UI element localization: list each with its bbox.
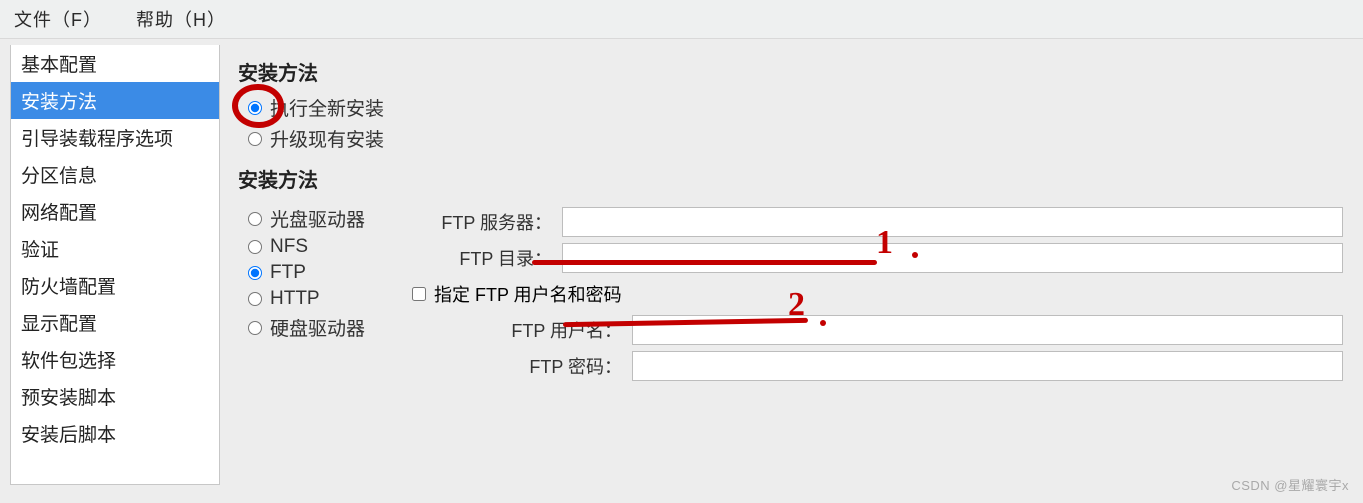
radio-upgrade-install[interactable]: 升级现有安装: [248, 125, 1343, 152]
ftp-server-input[interactable]: [562, 207, 1343, 237]
sidebar-item-display[interactable]: 显示配置: [11, 304, 219, 341]
radio-upgrade-install-label: 升级现有安装: [270, 125, 384, 152]
install-method-options: 光盘驱动器 NFS FTP HTTP 硬盘驱动器: [238, 201, 388, 387]
ftp-specify-credentials[interactable]: 指定 FTP 用户名和密码: [412, 281, 1343, 307]
install-type-title: 安装方法: [238, 57, 1343, 86]
radio-http-label: HTTP: [270, 288, 320, 310]
radio-harddrive[interactable]: 硬盘驱动器: [248, 314, 388, 341]
radio-cdrom-label: 光盘驱动器: [270, 205, 365, 232]
ftp-password-input[interactable]: [632, 351, 1343, 381]
radio-upgrade-install-input[interactable]: [248, 132, 262, 146]
ftp-server-label: FTP 服务器：: [412, 209, 562, 235]
sidebar: 基本配置 安装方法 引导装载程序选项 分区信息 网络配置 验证 防火墙配置 显示…: [10, 45, 220, 485]
radio-http-input[interactable]: [248, 292, 262, 306]
ftp-password-label: FTP 密码：: [412, 353, 632, 379]
main-panel: 安装方法 执行全新安装 升级现有安装 安装方法 光盘驱动器 NFS: [220, 39, 1363, 503]
ftp-settings: FTP 服务器： FTP 目录： 指定 FTP 用户名和密码 FTP 用户名：: [412, 201, 1343, 387]
radio-fresh-install[interactable]: 执行全新安装: [248, 94, 1343, 121]
radio-ftp[interactable]: FTP: [248, 262, 388, 284]
install-method-title: 安装方法: [238, 164, 1343, 193]
radio-fresh-install-input[interactable]: [248, 101, 262, 115]
radio-fresh-install-label: 执行全新安装: [270, 94, 384, 121]
sidebar-item-firewall[interactable]: 防火墙配置: [11, 267, 219, 304]
radio-nfs[interactable]: NFS: [248, 236, 388, 258]
sidebar-item-bootloader[interactable]: 引导装载程序选项: [11, 119, 219, 156]
radio-nfs-input[interactable]: [248, 240, 262, 254]
sidebar-item-basic[interactable]: 基本配置: [11, 45, 219, 82]
sidebar-item-postinstall[interactable]: 安装后脚本: [11, 415, 219, 452]
sidebar-item-auth[interactable]: 验证: [11, 230, 219, 267]
radio-http[interactable]: HTTP: [248, 288, 388, 310]
sidebar-item-packages[interactable]: 软件包选择: [11, 341, 219, 378]
ftp-directory-input[interactable]: [562, 243, 1343, 273]
watermark: CSDN @星耀寰宇x: [1231, 475, 1349, 494]
radio-ftp-label: FTP: [270, 262, 306, 284]
sidebar-item-network[interactable]: 网络配置: [11, 193, 219, 230]
ftp-directory-label: FTP 目录：: [412, 245, 562, 271]
menu-file[interactable]: 文件（F）: [14, 10, 102, 30]
menubar: 文件（F） 帮助（H）: [0, 0, 1363, 39]
sidebar-item-install-method[interactable]: 安装方法: [11, 82, 219, 119]
ftp-specify-credentials-checkbox[interactable]: [412, 287, 426, 301]
radio-ftp-input[interactable]: [248, 266, 262, 280]
ftp-username-input[interactable]: [632, 315, 1343, 345]
ftp-specify-credentials-label: 指定 FTP 用户名和密码: [434, 281, 622, 307]
radio-harddrive-input[interactable]: [248, 321, 262, 335]
radio-cdrom-input[interactable]: [248, 212, 262, 226]
sidebar-item-preinstall[interactable]: 预安装脚本: [11, 378, 219, 415]
radio-nfs-label: NFS: [270, 236, 308, 258]
radio-harddrive-label: 硬盘驱动器: [270, 314, 365, 341]
sidebar-item-partition[interactable]: 分区信息: [11, 156, 219, 193]
radio-cdrom[interactable]: 光盘驱动器: [248, 205, 388, 232]
ftp-username-label: FTP 用户名：: [412, 317, 632, 343]
menu-help[interactable]: 帮助（H）: [136, 10, 226, 30]
